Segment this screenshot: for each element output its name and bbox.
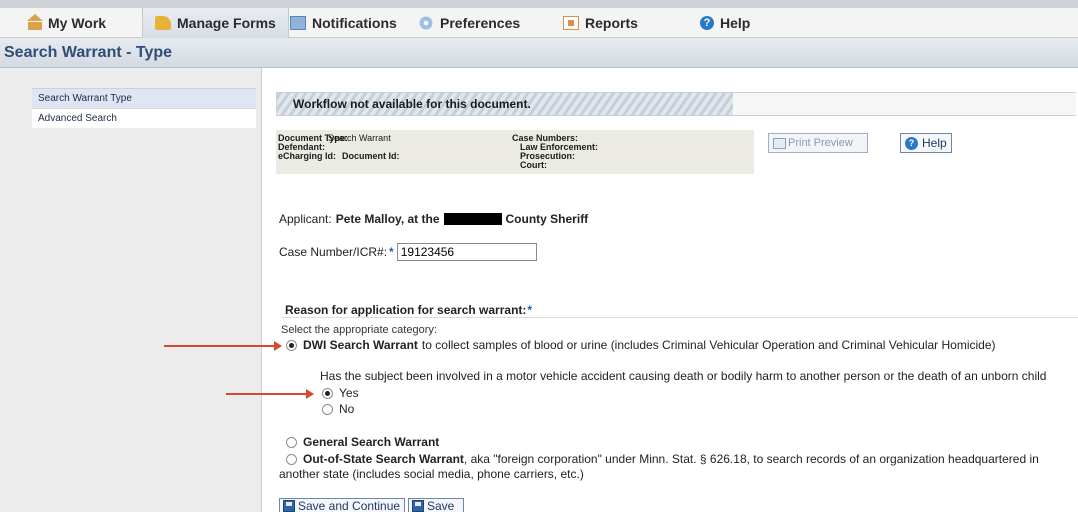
notification-icon: [290, 16, 306, 30]
nav-notifications-label: Notifications: [312, 15, 397, 31]
page-title-bar: Search Warrant - Type: [0, 38, 1078, 68]
case-number-row: Case Number/ICR#: *: [279, 243, 537, 261]
reports-icon: [563, 16, 579, 30]
nav-notifications[interactable]: Notifications: [290, 8, 397, 38]
echarging-id-label: eCharging Id:: [278, 151, 336, 161]
floppy-disk-icon: [412, 500, 424, 512]
home-icon: [27, 14, 43, 30]
nav-preferences-label: Preferences: [440, 15, 521, 31]
option-title: Out-of-State Search Warrant: [303, 452, 464, 466]
top-navigation: My Work Manage Forms Notifications Prefe…: [0, 0, 1078, 38]
nav-help[interactable]: ? Help: [700, 8, 750, 38]
print-preview-button[interactable]: Print Preview: [768, 133, 868, 153]
applicant-line: Applicant: Pete Malloy, at the County Sh…: [279, 212, 588, 226]
printer-icon: [773, 137, 786, 149]
page-title: Search Warrant - Type: [4, 43, 173, 61]
document-info-panel: Document Type: Search Warrant Defendant:…: [276, 130, 754, 174]
reason-heading-text: Reason for application for search warran…: [285, 303, 527, 317]
preferences-icon: [418, 16, 434, 30]
option-label: Yes: [339, 386, 359, 400]
help-button[interactable]: ? Help: [900, 133, 952, 153]
floppy-disk-icon: [283, 500, 295, 512]
nav-my-work[interactable]: My Work: [27, 8, 107, 38]
nav-reports[interactable]: Reports: [563, 8, 638, 38]
nav-preferences[interactable]: Preferences: [418, 8, 520, 38]
sidebar-item-advanced-search[interactable]: Advanced Search: [32, 108, 256, 128]
nav-reports-label: Reports: [585, 15, 638, 31]
sidebar-item-label: Search Warrant Type: [38, 93, 132, 104]
save-and-continue-button[interactable]: Save and Continue: [279, 498, 405, 512]
category-instruction: Select the appropriate category:: [281, 324, 437, 336]
help-button-label: Help: [922, 136, 947, 150]
workflow-banner: Workflow not available for this document…: [276, 92, 1076, 116]
dwi-radio[interactable]: [286, 339, 297, 351]
save-and-continue-label: Save and Continue: [298, 499, 401, 512]
help-icon: ?: [700, 16, 714, 30]
nav-my-work-label: My Work: [48, 15, 107, 31]
case-number-input[interactable]: [396, 243, 537, 261]
out-of-state-radio[interactable]: [286, 453, 297, 465]
sidebar: Search Warrant Type Advanced Search: [0, 68, 262, 512]
help-icon: ?: [905, 136, 918, 150]
nav-help-label: Help: [720, 15, 751, 31]
nav-manage-forms-label: Manage Forms: [177, 15, 276, 31]
sidebar-item-search-warrant-type[interactable]: Search Warrant Type: [32, 88, 256, 108]
option-description: , aka "foreign corporation" under Minn. …: [463, 452, 1039, 466]
applicant-label: Applicant:: [279, 212, 332, 226]
redaction-bar: [443, 213, 502, 225]
case-number-label: Case Number/ICR#:: [279, 245, 388, 259]
sidebar-item-label: Advanced Search: [38, 113, 117, 124]
option-no[interactable]: No: [322, 402, 354, 416]
yes-radio[interactable]: [322, 387, 333, 399]
annotation-arrow-yes: [226, 389, 314, 399]
print-preview-label: Print Preview: [788, 137, 853, 149]
divider: [282, 317, 1078, 318]
option-title: General Search Warrant: [303, 435, 440, 449]
nav-manage-forms[interactable]: Manage Forms: [142, 8, 289, 38]
required-marker: *: [527, 303, 533, 317]
workflow-banner-text: Workflow not available for this document…: [293, 97, 531, 111]
annotation-arrow-dwi: [164, 341, 282, 351]
forms-icon: [155, 16, 171, 30]
general-radio[interactable]: [286, 436, 297, 448]
required-marker: *: [389, 245, 394, 259]
option-label: No: [339, 402, 355, 416]
reason-heading: Reason for application for search warran…: [285, 303, 535, 317]
document-id-label: Document Id:: [342, 151, 400, 161]
option-dwi-search-warrant[interactable]: DWI Search Warrant to collect samples of…: [286, 338, 996, 352]
option-description: to collect samples of blood or urine (in…: [421, 338, 996, 352]
option-title: DWI Search Warrant: [303, 338, 418, 352]
document-type-value: Search Warrant: [328, 133, 391, 143]
option-yes[interactable]: Yes: [322, 386, 359, 400]
court-label: Court:: [520, 160, 547, 170]
option-description-continued: another state (includes social media, ph…: [279, 467, 584, 481]
accident-question: Has the subject been involved in a motor…: [320, 369, 1047, 383]
option-out-of-state-search-warrant[interactable]: Out-of-State Search Warrant , aka "forei…: [286, 452, 1039, 466]
applicant-name: Pete Malloy, at the: [335, 212, 440, 226]
save-button[interactable]: Save: [408, 498, 464, 512]
workflow-banner-stripe: Workflow not available for this document…: [277, 93, 733, 115]
option-general-search-warrant[interactable]: General Search Warrant: [286, 435, 443, 449]
save-label: Save: [427, 499, 455, 512]
applicant-agency: County Sheriff: [505, 212, 589, 226]
no-radio[interactable]: [322, 403, 333, 415]
main-content: Workflow not available for this document…: [262, 68, 1078, 512]
